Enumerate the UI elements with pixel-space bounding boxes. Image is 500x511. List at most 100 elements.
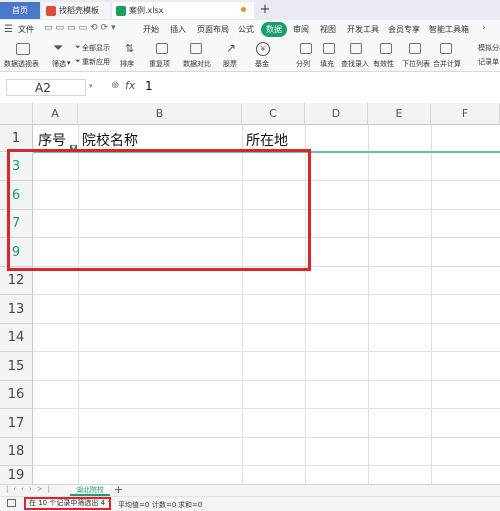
formula-bar: A2 ▾ ⊕ fx 1 — [0, 72, 500, 104]
column-header-e[interactable]: E — [368, 103, 431, 125]
sort-icon: ⇅ — [125, 42, 135, 55]
filter-result-text: 在 10 个记录中筛选出 4 个 — [29, 499, 111, 507]
stocks-button[interactable]: 股票 — [223, 59, 237, 69]
fund-icon: ¥ — [256, 42, 270, 56]
lookup-button[interactable]: 查找录入 — [341, 59, 369, 69]
toolbar-quick-icons: ▭▭▭▭⟲⟳▾ — [44, 23, 119, 33]
formula-input[interactable]: 1 — [145, 79, 153, 93]
record-button[interactable]: 记录单 — [478, 57, 499, 67]
tab-label: 找稻壳模板 — [59, 6, 99, 15]
more-icon[interactable]: › — [482, 23, 486, 33]
new-tab-button[interactable]: + — [258, 2, 272, 18]
menu-icon[interactable]: ☰ — [4, 24, 13, 35]
filter-icon: ⏷ — [53, 41, 64, 56]
row-header-18[interactable]: 18 — [0, 438, 33, 466]
tab-home[interactable]: 首页 — [0, 2, 40, 19]
column-header-a[interactable]: A — [33, 103, 78, 125]
fill-button[interactable]: 填充 — [320, 59, 334, 69]
validity-button[interactable]: 有效性 — [373, 59, 394, 69]
status-bar: 在 10 个记录中筛选出 4 个 平均值=0 计数=0 求和=0 — [0, 496, 500, 511]
simulate-button[interactable]: 模拟分析 — [478, 43, 500, 53]
compare-icon — [190, 43, 202, 54]
duplicates-icon — [156, 43, 168, 54]
pivot-table-button[interactable]: 数据透视表 — [4, 59, 39, 69]
tab-label: 案例.xlsx — [129, 6, 164, 15]
row-header-15[interactable]: 15 — [0, 352, 33, 381]
menu-review[interactable]: 审阅 — [293, 24, 309, 35]
row-header-13[interactable]: 13 — [0, 295, 33, 324]
menu-view[interactable]: 视图 — [320, 24, 336, 35]
filter-result-box: 在 10 个记录中筛选出 4 个 — [24, 497, 111, 510]
row-header-12[interactable]: 12 — [0, 267, 33, 295]
cell-a1-header[interactable]: 序号 — [38, 130, 66, 150]
menu-bar: ☰ 文件 ▭▭▭▭⟲⟳▾ 开始 插入 页面布局 公式 数据 审阅 视图 开发工具… — [0, 20, 500, 41]
column-header-c[interactable]: C — [242, 103, 305, 125]
gridline — [33, 351, 500, 352]
sort-button[interactable]: 排序 — [120, 59, 134, 69]
compare-button[interactable]: 数据对比 — [183, 59, 211, 69]
worksheet-grid: A B C D E F 1 序号 ▼ 院校名称 所在地 3 6 7 9 12 1… — [0, 103, 500, 484]
split-icon — [300, 43, 312, 54]
select-all-corner[interactable] — [0, 103, 33, 125]
filter-button[interactable]: 筛选 — [52, 59, 66, 69]
tab-workbook[interactable]: 案例.xlsx — [112, 2, 254, 19]
add-sheet-button[interactable]: + — [114, 483, 123, 496]
split-button[interactable]: 分列 — [296, 59, 310, 69]
docer-icon — [46, 5, 56, 16]
menu-member[interactable]: 会员专享 — [388, 24, 420, 35]
gridline — [33, 408, 500, 409]
status-average: 平均值=0 — [118, 501, 150, 509]
gridline — [33, 465, 500, 466]
row-header-1[interactable]: 1 — [0, 125, 33, 152]
pivot-table-icon — [16, 43, 30, 55]
sheet-nav-icons[interactable]: |‹‹›>| — [6, 485, 55, 493]
fund-button[interactable]: 基金 — [255, 59, 269, 69]
duplicates-button[interactable]: 重复项 — [149, 59, 170, 69]
sheet-tab-label: 湖北院校 — [76, 486, 104, 494]
highlight-box — [7, 149, 311, 271]
menu-toolbox[interactable]: 智能工具箱 — [429, 24, 469, 35]
menu-data[interactable]: 数据 — [261, 22, 287, 37]
show-all-button[interactable]: 全部显示 — [82, 43, 110, 53]
dropdown-list-icon — [409, 43, 421, 54]
consolidate-button[interactable]: 合并计算 — [433, 59, 461, 69]
lookup-icon — [350, 43, 362, 54]
column-header-b[interactable]: B — [78, 103, 242, 125]
ribbon-data: 数据透视表 ⏷ 筛选 ▾ 全部显示 重新应用 ⏷ ⏷ ⇅ 排序 重复项 数据对比… — [0, 40, 500, 72]
gridline — [368, 125, 369, 484]
row-header-17[interactable]: 17 — [0, 409, 33, 438]
cell-c1-header[interactable]: 所在地 — [246, 130, 288, 150]
row-header-19[interactable]: 19 — [0, 466, 33, 484]
reapply-icon: ⏷ — [75, 57, 81, 65]
reapply-button[interactable]: 重新应用 — [82, 57, 110, 67]
gridline — [431, 125, 432, 484]
dropdown-caret-icon: ▾ — [67, 59, 71, 67]
tab-template[interactable]: 找稻壳模板 — [42, 2, 110, 19]
zoom-icon[interactable]: ⊕ — [111, 80, 119, 91]
tab-bar: 首页 找稻壳模板 案例.xlsx + — [0, 0, 500, 20]
menu-developer[interactable]: 开发工具 — [347, 24, 379, 35]
menu-file[interactable]: 文件 — [18, 24, 34, 35]
name-box[interactable]: A2 — [6, 79, 86, 96]
column-header-f[interactable]: F — [431, 103, 500, 125]
tab-label: 首页 — [12, 6, 28, 15]
row-header-16[interactable]: 16 — [0, 381, 33, 409]
cell-b1-header[interactable]: 院校名称 — [82, 130, 138, 150]
stocks-icon: ↗ — [226, 41, 237, 55]
menu-start[interactable]: 开始 — [143, 24, 159, 35]
row-header-14[interactable]: 14 — [0, 324, 33, 352]
consolidate-icon — [440, 43, 452, 54]
chevron-down-icon[interactable]: ▾ — [89, 82, 93, 90]
gridline — [33, 380, 500, 381]
fx-icon[interactable]: fx — [125, 79, 135, 92]
validity-icon — [380, 43, 392, 54]
sheet-tab-active[interactable]: 湖北院校 — [70, 485, 110, 496]
menu-insert[interactable]: 插入 — [170, 24, 186, 35]
menu-formula[interactable]: 公式 — [238, 24, 254, 35]
menu-layout[interactable]: 页面布局 — [197, 24, 229, 35]
sheet-status-icon — [7, 499, 16, 507]
status-sum: 求和=0 — [178, 501, 203, 509]
dropdown-list-button[interactable]: 下拉列表 — [402, 59, 430, 69]
gridline — [33, 437, 500, 438]
column-header-d[interactable]: D — [305, 103, 368, 125]
